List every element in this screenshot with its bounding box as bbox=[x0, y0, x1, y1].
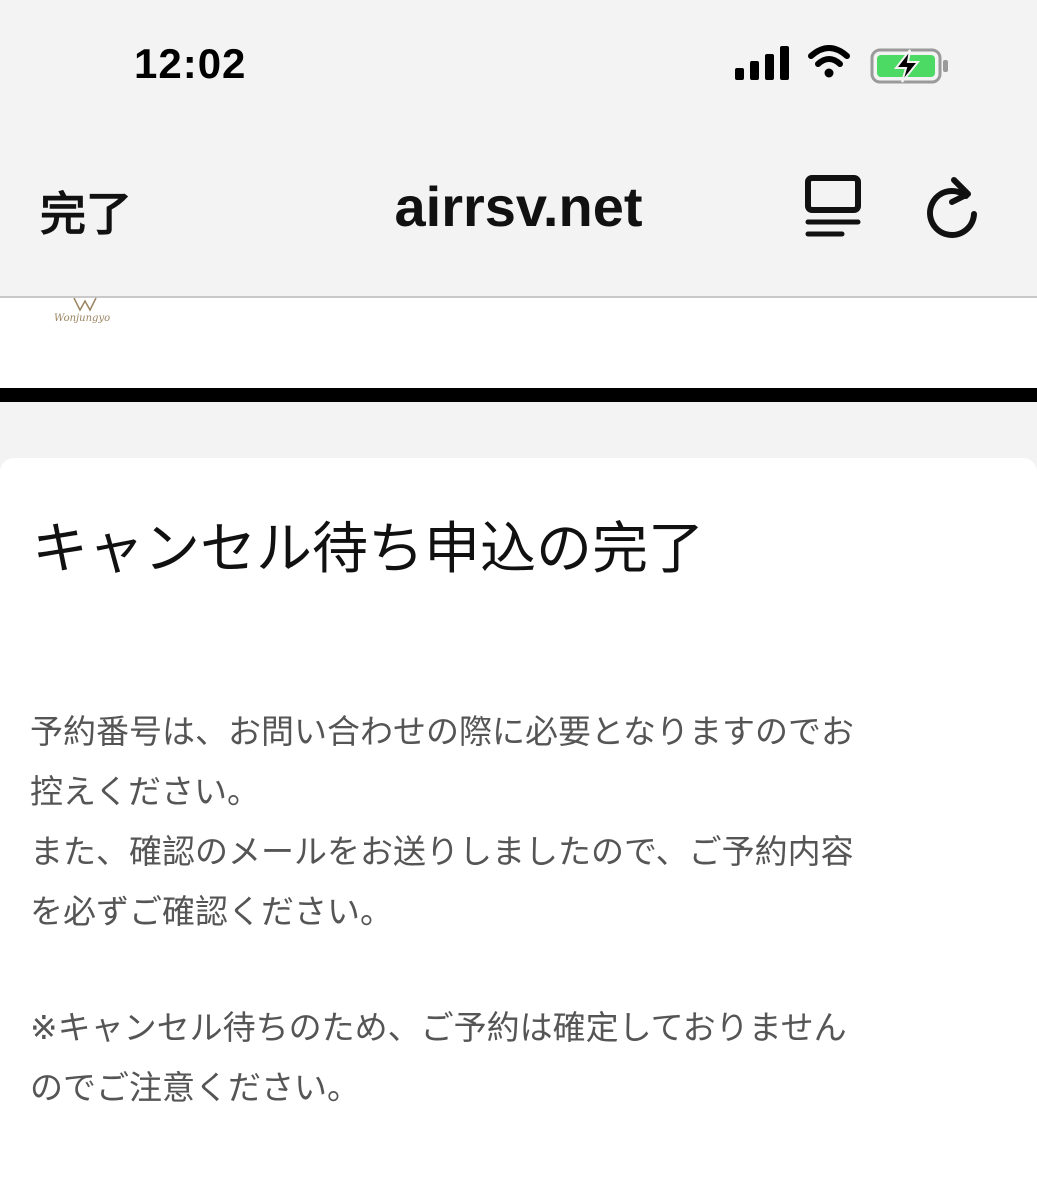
reader-view-icon[interactable] bbox=[804, 174, 862, 240]
status-time: 12:02 bbox=[134, 40, 247, 87]
message-line: また、確認のメールをお送りしましたので、ご予約内容 bbox=[30, 832, 854, 871]
site-header: Wonjungyo bbox=[0, 298, 1037, 388]
confirmation-message: 予約番号は、お問い合わせの際に必要となりますのでお 控えください。 また、確認の… bbox=[30, 702, 1005, 1118]
message-line: 控えください。 bbox=[30, 772, 261, 811]
confirmation-card: キャンセル待ち申込の完了 予約番号は、お問い合わせの際に必要となりますのでお 控… bbox=[0, 458, 1037, 1200]
site-logo-text: Wonjungyo bbox=[54, 313, 111, 324]
reload-icon[interactable] bbox=[922, 174, 982, 240]
wifi-icon bbox=[808, 45, 850, 78]
note-line: のでご注意ください。 bbox=[30, 1068, 360, 1107]
message-line: 予約番号は、お問い合わせの際に必要となりますのでお bbox=[30, 712, 855, 751]
logo-icon bbox=[73, 298, 97, 312]
battery-charging-icon bbox=[870, 48, 948, 84]
header-divider bbox=[0, 388, 1037, 402]
message-line: を必ずご確認ください。 bbox=[30, 892, 393, 931]
browser-nav-bar: 完了 airrsv.net bbox=[0, 130, 1037, 298]
signal-icon bbox=[735, 46, 789, 80]
content-background bbox=[0, 402, 1037, 458]
url-display[interactable]: airrsv.net bbox=[0, 174, 1037, 239]
status-bar: 12:02 bbox=[0, 0, 1037, 130]
page-title: キャンセル待ち申込の完了 bbox=[32, 517, 704, 582]
note-line: ※キャンセル待ちのため、ご予約は確定しておりません bbox=[30, 1008, 847, 1047]
